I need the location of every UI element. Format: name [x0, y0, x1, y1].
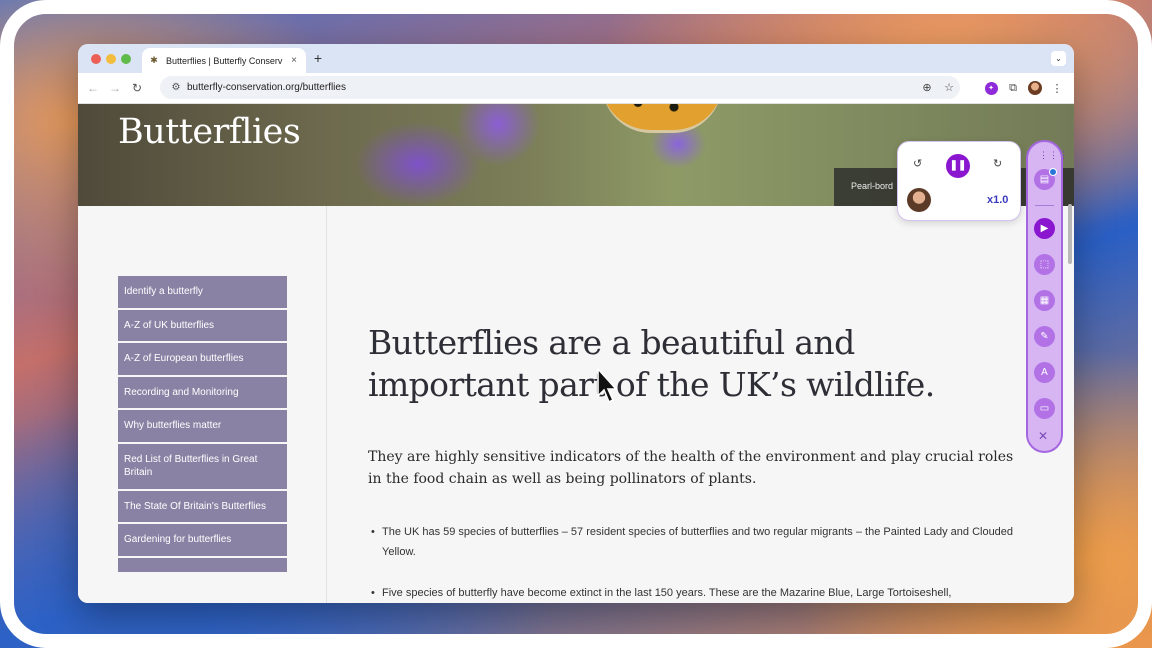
side-navigation: Identify a butterfly A-Z of UK butterfli…	[118, 276, 287, 574]
back-icon[interactable]: ←	[82, 81, 104, 95]
butterfly-favicon-icon: ✱	[150, 55, 158, 65]
hero-title: Butterflies	[118, 112, 301, 152]
new-tab-button[interactable]: +	[310, 50, 326, 66]
read-aloud-player: ↺ ❚❚ ↻ x1.0	[897, 141, 1021, 221]
close-window-button[interactable]	[91, 54, 101, 64]
intro-paragraph: They are highly sensitive indicators of …	[368, 449, 1014, 487]
tab-title: Butterflies | Butterfly Conserv	[166, 55, 283, 66]
sidebar-item-recording[interactable]: Recording and Monitoring	[118, 376, 287, 408]
list-item: Five species of butterfly have become ex…	[368, 583, 1038, 603]
close-icon[interactable]: ✕	[1038, 429, 1048, 443]
rewind-icon[interactable]: ↺	[913, 157, 922, 170]
sidebar-item-state-of-britain[interactable]: The State Of Britain's Butterflies	[118, 490, 287, 522]
url-text[interactable]: butterfly-conservation.org/butterflies	[187, 82, 916, 93]
sidebar-item-why-matter[interactable]: Why butterflies matter	[118, 410, 287, 442]
voice-avatar[interactable]	[907, 188, 931, 212]
puzzle-icon[interactable]: ⧉	[1002, 79, 1024, 97]
drag-handle-icon[interactable]: ⋮⋮⋮	[1039, 150, 1069, 161]
sidebar-item-az-europe[interactable]: A-Z of European butterflies	[118, 343, 287, 375]
sidebar-item-identify[interactable]: Identify a butterfly	[118, 276, 287, 308]
browser-tab[interactable]: ✱ Butterflies | Butterfly Conserv ×	[142, 48, 306, 73]
facts-list: The UK has 59 species of butterflies – 5…	[368, 522, 1038, 603]
zoom-icon[interactable]: ⊕	[916, 81, 938, 94]
list-item: The UK has 59 species of butterflies – 5…	[368, 522, 1038, 562]
highlighter-icon[interactable]: ✎	[1034, 326, 1055, 347]
minimize-window-button[interactable]	[106, 54, 116, 64]
pause-icon[interactable]: ❚❚	[946, 154, 970, 178]
browser-window: ✱ Butterflies | Butterfly Conserv × + ⌄ …	[78, 44, 1074, 603]
sidebar-item-az-uk[interactable]: A-Z of UK butterflies	[118, 309, 287, 341]
capture-icon[interactable]: ⬚	[1034, 254, 1055, 275]
menu-icon[interactable]: ⋮	[1046, 79, 1068, 97]
sidebar-item-red-list[interactable]: Red List of Butterflies in Great Britain	[118, 443, 287, 489]
column-divider	[326, 206, 327, 603]
page-scrollbar[interactable]	[1068, 204, 1072, 264]
page-heading: Butterflies are a beautiful and importan…	[368, 323, 935, 404]
extension-icon[interactable]: ✦	[980, 79, 1002, 97]
translate-icon[interactable]: A	[1034, 362, 1055, 383]
notification-dot	[1049, 168, 1057, 176]
screen-icon[interactable]: ▭	[1034, 398, 1055, 419]
sidebar-item-more[interactable]	[118, 557, 287, 572]
rail-divider	[1035, 205, 1054, 206]
play-icon[interactable]: ▶	[1034, 218, 1055, 239]
reload-icon[interactable]: ↻	[126, 81, 148, 95]
profile-avatar[interactable]	[1024, 79, 1046, 97]
tab-close-icon[interactable]: ×	[288, 55, 300, 66]
browser-toolbar: ← → ↻ ⚙ butterfly-conservation.org/butte…	[78, 73, 1074, 104]
playback-speed[interactable]: x1.0	[987, 194, 1008, 206]
calculator-icon[interactable]: ▦	[1034, 290, 1055, 311]
maximize-window-button[interactable]	[121, 54, 131, 64]
address-bar[interactable]: ⚙ butterfly-conservation.org/butterflies…	[160, 76, 960, 99]
forward-icon[interactable]: →	[104, 81, 126, 95]
forward-skip-icon[interactable]: ↻	[993, 157, 1002, 170]
sidebar-item-gardening[interactable]: Gardening for butterflies	[118, 524, 287, 556]
star-icon[interactable]: ☆	[938, 81, 960, 94]
butterfly-image	[602, 104, 722, 133]
extension-sidebar: ⋮⋮⋮ ▤ ▶ ⬚ ▦ ✎ A ▭ ✕	[1026, 140, 1068, 453]
tab-strip: ✱ Butterflies | Butterfly Conserv × + ⌄	[78, 44, 1074, 73]
tab-search-button[interactable]: ⌄	[1051, 51, 1066, 66]
site-info-icon[interactable]: ⚙	[165, 82, 187, 93]
